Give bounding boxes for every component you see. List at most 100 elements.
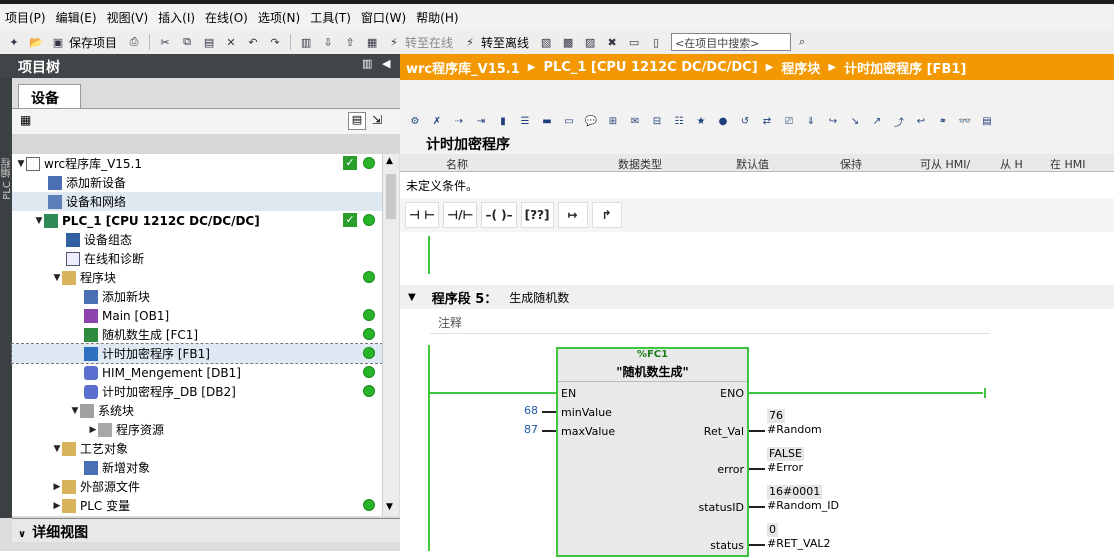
tree-item-add-device[interactable]: 添加新设备 bbox=[12, 173, 382, 192]
go-to-icon[interactable]: ↺ bbox=[736, 113, 754, 129]
menu-project[interactable]: 项目(P) bbox=[0, 9, 51, 26]
open-branch-button[interactable]: ↦ bbox=[557, 202, 588, 228]
column-retain[interactable]: 保持 bbox=[840, 156, 862, 172]
breadcrumb-program-blocks[interactable]: 程序块 bbox=[781, 58, 820, 77]
absolute-operand-icon[interactable]: ⊟ bbox=[648, 113, 666, 129]
tree-item-devices-networks[interactable]: 设备和网络 bbox=[12, 192, 382, 211]
breadcrumb-current-block[interactable]: 计时加密程序 [FB1] bbox=[844, 58, 966, 77]
collapse-network-icon[interactable]: ▼ bbox=[408, 292, 416, 303]
tree-properties-icon[interactable]: ▦ bbox=[20, 113, 31, 127]
snapshot-icon[interactable]: ⎚ bbox=[780, 113, 798, 129]
list-view-icon[interactable]: ☷ bbox=[670, 113, 688, 129]
compare-icon[interactable]: ⇄ bbox=[758, 113, 776, 129]
insert-row-icon[interactable]: ⇢ bbox=[450, 113, 468, 129]
tree-item-add-object[interactable]: 新增对象 bbox=[12, 458, 382, 477]
collapse-arrow-icon[interactable]: ▼ bbox=[52, 273, 62, 283]
tree-item-fb1[interactable]: 计时加密程序 [FB1] bbox=[11, 343, 383, 364]
save-project-button[interactable]: 保存项目 bbox=[69, 34, 117, 51]
undo-icon[interactable]: ↶ bbox=[245, 34, 261, 50]
block-property-icon[interactable]: ▮ bbox=[494, 113, 512, 129]
tree-item-online-diagnostics[interactable]: 在线和诊断 bbox=[12, 249, 382, 268]
tab-devices[interactable]: 设备 bbox=[18, 84, 81, 108]
function-block-box[interactable]: %FC1 "随机数生成" EN minValue maxValue ENO Re… bbox=[556, 347, 749, 557]
expand-arrow-icon[interactable]: ▶ bbox=[52, 501, 62, 511]
step-icon[interactable]: ↪ bbox=[824, 113, 842, 129]
copy-icon[interactable]: ⧉ bbox=[179, 34, 195, 50]
column-hmi-visible[interactable]: 在 HMI bbox=[1050, 156, 1086, 172]
breadcrumb-project[interactable]: wrc程序库_V15.1 bbox=[406, 58, 520, 77]
start-cpu-icon[interactable]: ▩ bbox=[560, 34, 576, 50]
menu-view[interactable]: 视图(V) bbox=[102, 9, 154, 26]
new-project-icon[interactable]: ✦ bbox=[6, 34, 22, 50]
go-online-button[interactable]: 转至在线 bbox=[405, 34, 453, 51]
favorites-icon[interactable]: ★ bbox=[692, 113, 710, 129]
open-project-icon[interactable]: 📂 bbox=[28, 34, 44, 50]
download-icon[interactable]: ⇩ bbox=[320, 34, 336, 50]
coil-button[interactable]: –( )– bbox=[481, 202, 517, 228]
compile-icon[interactable]: ▥ bbox=[298, 34, 314, 50]
tree-item-technology-objects[interactable]: ▼ 工艺对象 bbox=[12, 439, 382, 458]
collapse-networks-icon[interactable]: ▭ bbox=[560, 113, 578, 129]
accessible-devices-icon[interactable]: ▧ bbox=[538, 34, 554, 50]
normally-closed-contact-button[interactable]: ⊣/⊢ bbox=[443, 202, 478, 228]
tree-item-db2[interactable]: 计时加密程序_DB [DB2] bbox=[12, 382, 382, 401]
cut-icon[interactable]: ✂ bbox=[157, 34, 173, 50]
column-data-type[interactable]: 数据类型 bbox=[618, 156, 662, 172]
export-icon[interactable]: ⇲ bbox=[372, 113, 382, 127]
tree-item-system-blocks[interactable]: ▼ 系统块 bbox=[12, 401, 382, 420]
column-name[interactable]: 名称 bbox=[446, 156, 468, 172]
insert-network-icon[interactable]: ⊞ bbox=[604, 113, 622, 129]
collapse-arrow-icon[interactable]: ▼ bbox=[70, 406, 80, 416]
status-tag[interactable]: #RET_VAL2 bbox=[767, 537, 831, 550]
retval-tag[interactable]: #Random bbox=[767, 423, 822, 436]
breakpoint-icon[interactable]: ● bbox=[714, 113, 732, 129]
menu-tools[interactable]: 工具(T) bbox=[305, 9, 356, 26]
table-view-icon[interactable]: ▤ bbox=[348, 112, 366, 130]
network-view-icon[interactable]: ▬ bbox=[538, 113, 556, 129]
redo-icon[interactable]: ↷ bbox=[267, 34, 283, 50]
network-header[interactable]: ▼ 程序段 5： 生成随机数 bbox=[400, 285, 1114, 309]
breadcrumb-plc[interactable]: PLC_1 [CPU 1212C DC/DC/DC] bbox=[543, 60, 757, 75]
jump-icon[interactable]: ↩ bbox=[912, 113, 930, 129]
step-into-icon[interactable]: ↘ bbox=[846, 113, 864, 129]
tree-item-plc[interactable]: ▼ PLC_1 [CPU 1212C DC/DC/DC] ✓ bbox=[12, 211, 382, 230]
error-tag[interactable]: #Error bbox=[767, 461, 803, 474]
scroll-thumb[interactable] bbox=[386, 174, 396, 219]
detail-view-bar[interactable]: ∨ 详细视图 bbox=[12, 518, 400, 542]
close-branch-button[interactable]: ↱ bbox=[591, 202, 622, 228]
collapse-panel-icon[interactable]: ◀ bbox=[382, 57, 390, 70]
plc-programming-side-tab[interactable]: PLC 编程 bbox=[0, 78, 13, 518]
monitoring-on-icon[interactable]: 👓 bbox=[956, 113, 974, 129]
delete-variable-icon[interactable]: ✗ bbox=[428, 113, 446, 129]
collapse-arrow-icon[interactable]: ▼ bbox=[52, 444, 62, 454]
network-title[interactable]: 生成随机数 bbox=[509, 289, 569, 306]
menu-help[interactable]: 帮助(H) bbox=[411, 9, 463, 26]
step-out-icon[interactable]: ↗ bbox=[868, 113, 886, 129]
tree-item-main-ob1[interactable]: Main [OB1] bbox=[12, 306, 382, 325]
upload-icon[interactable]: ⇧ bbox=[342, 34, 358, 50]
tree-item-add-block[interactable]: 添加新块 bbox=[12, 287, 382, 306]
empty-box-button[interactable]: [??] bbox=[520, 202, 554, 228]
column-hmi-writable[interactable]: 从 H bbox=[1000, 156, 1023, 172]
tree-item-external-sources[interactable]: ▶ 外部源文件 bbox=[12, 477, 382, 496]
paste-icon[interactable]: ▤ bbox=[201, 34, 217, 50]
tree-item-project[interactable]: ▼ wrc程序库_V15.1 ✓ bbox=[12, 154, 382, 173]
delete-icon[interactable]: ✕ bbox=[223, 34, 239, 50]
tree-item-program-resources[interactable]: ▶ 程序资源 bbox=[12, 420, 382, 439]
network-comment[interactable]: 注释 bbox=[430, 312, 990, 334]
go-offline-button[interactable]: 转至离线 bbox=[481, 34, 529, 51]
go-online-icon[interactable]: ⚡ bbox=[386, 34, 402, 50]
block-name[interactable]: "随机数生成" bbox=[558, 363, 747, 380]
expand-arrow-icon[interactable]: ▶ bbox=[52, 482, 62, 492]
scroll-up-icon[interactable]: ▲ bbox=[386, 156, 393, 166]
stop-cpu-icon[interactable]: ▨ bbox=[582, 34, 598, 50]
comment-icon[interactable]: 💬 bbox=[582, 113, 600, 129]
go-offline-icon[interactable]: ⚡ bbox=[462, 34, 478, 50]
split-horizontal-icon[interactable]: ▭ bbox=[626, 34, 642, 50]
menu-edit[interactable]: 编辑(E) bbox=[51, 9, 102, 26]
tree-item-program-blocks[interactable]: ▼ 程序块 bbox=[12, 268, 382, 287]
display-favorites-icon[interactable]: ✉ bbox=[626, 113, 644, 129]
append-row-icon[interactable]: ⇥ bbox=[472, 113, 490, 129]
menu-insert[interactable]: 插入(I) bbox=[153, 9, 200, 26]
monitor-icon[interactable]: ⚙ bbox=[406, 113, 424, 129]
